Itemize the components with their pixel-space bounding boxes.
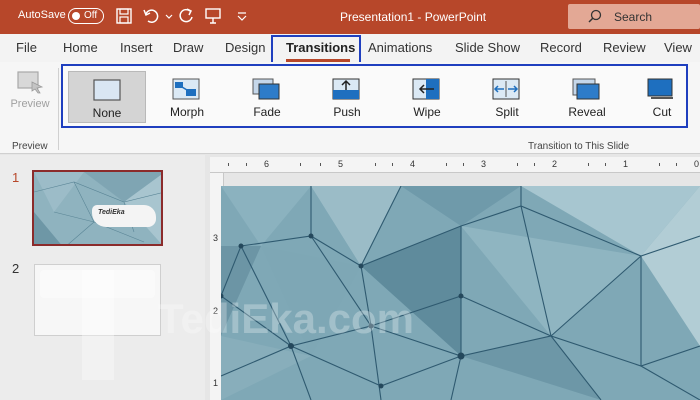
- slide-background-graphic: [221, 186, 700, 400]
- tab-review[interactable]: Review: [603, 40, 646, 55]
- push-transition-icon: [332, 78, 360, 100]
- ruler-tick: [446, 163, 447, 166]
- title-bar: AutoSave Off Presentation1 - PowerPoint …: [0, 0, 700, 34]
- ruler-tick: [375, 163, 376, 166]
- ruler-label: 2: [552, 159, 558, 169]
- transition-none[interactable]: None: [68, 71, 146, 123]
- ruler-label: 0: [694, 159, 700, 169]
- transition-label: Wipe: [413, 105, 441, 119]
- ruler-label: 6: [264, 159, 270, 169]
- tab-insert[interactable]: Insert: [120, 40, 153, 55]
- transition-label: Push: [333, 105, 361, 119]
- ruler-label: 3: [213, 233, 219, 243]
- morph-transition-icon: [172, 78, 200, 100]
- tab-design[interactable]: Design: [225, 40, 265, 55]
- tab-home[interactable]: Home: [63, 40, 98, 55]
- slide-canvas[interactable]: [221, 186, 700, 400]
- transition-label: Fade: [253, 105, 281, 119]
- tab-view[interactable]: View: [664, 40, 692, 55]
- transition-gallery: None Morph Fade Push Wipe Split Reveal C…: [61, 64, 688, 128]
- tab-record[interactable]: Record: [540, 40, 582, 55]
- autosave-state: Off: [84, 10, 98, 21]
- transitions-group-label: Transition to This Slide: [528, 141, 630, 152]
- transition-label: Morph: [169, 105, 204, 119]
- customize-qat-icon[interactable]: [233, 7, 247, 27]
- preview-label: Preview: [10, 98, 50, 110]
- transition-morph[interactable]: Morph: [148, 71, 226, 123]
- group-separator: [58, 68, 59, 150]
- slide-thumbnail-2[interactable]: [34, 264, 161, 336]
- ruler-tick: [676, 163, 677, 166]
- preview-group-label: Preview: [12, 141, 48, 152]
- slide-thumbnail-1[interactable]: TediEka: [32, 170, 163, 246]
- ruler-label: 1: [213, 378, 219, 388]
- redo-icon[interactable]: [177, 7, 197, 27]
- split-transition-icon: [492, 78, 520, 100]
- tab-file[interactable]: File: [16, 40, 37, 55]
- preview-icon: [17, 71, 44, 94]
- reveal-transition-icon: [572, 78, 600, 100]
- transition-reveal[interactable]: Reveal: [548, 71, 626, 123]
- transition-wipe[interactable]: Wipe: [388, 71, 466, 123]
- ruler-label: 4: [410, 159, 416, 169]
- ruler-label: 5: [338, 159, 344, 169]
- ruler-tick: [534, 163, 535, 166]
- undo-dropdown-icon[interactable]: [160, 7, 173, 27]
- transition-label: Cut: [652, 105, 672, 119]
- transition-push[interactable]: Push: [308, 71, 386, 123]
- autosave-toggle[interactable]: Off: [68, 8, 104, 24]
- ruler-tick: [517, 163, 518, 166]
- present-from-beginning-icon[interactable]: [204, 7, 224, 27]
- wipe-transition-icon: [412, 78, 440, 100]
- ruler-label: 2: [213, 306, 219, 316]
- preview-button[interactable]: Preview: [8, 70, 52, 118]
- ruler-tick: [246, 163, 247, 166]
- transition-label: None: [92, 106, 122, 120]
- ruler-tick: [659, 163, 660, 166]
- save-icon[interactable]: [115, 7, 135, 27]
- transition-split[interactable]: Split: [468, 71, 546, 123]
- undo-icon[interactable]: [142, 7, 162, 27]
- ruler-tick: [588, 163, 589, 166]
- ruler-tick: [392, 163, 393, 166]
- document-title: Presentation1 - PowerPoint: [340, 10, 487, 24]
- transition-label: Split: [495, 105, 519, 119]
- ruler-tick: [463, 163, 464, 166]
- autosave-label: AutoSave: [18, 9, 66, 21]
- ruler-tick: [320, 163, 321, 166]
- search-placeholder: Search: [614, 10, 653, 24]
- none-transition-icon: [93, 79, 121, 101]
- slide-number: 1: [12, 170, 20, 185]
- transition-cut[interactable]: Cut: [628, 71, 696, 123]
- cut-transition-icon: [647, 78, 673, 99]
- slide-number: 2: [12, 261, 20, 276]
- toggle-knob: [72, 12, 80, 20]
- search-icon: [588, 9, 602, 23]
- tab-slide-show[interactable]: Slide Show: [455, 40, 520, 55]
- ruler-label: 3: [481, 159, 487, 169]
- horizontal-ruler: 6 5 4 3 2 1 0: [210, 157, 700, 173]
- ruler-tick: [300, 163, 301, 166]
- tab-draw[interactable]: Draw: [173, 40, 203, 55]
- ruler-tick: [228, 163, 229, 166]
- search-box[interactable]: Search: [568, 4, 700, 29]
- ruler-tick: [605, 163, 606, 166]
- transition-label: Reveal: [568, 105, 606, 119]
- ruler-label: 1: [623, 159, 629, 169]
- tab-animations[interactable]: Animations: [368, 40, 432, 55]
- fade-transition-icon: [252, 78, 280, 100]
- transition-fade[interactable]: Fade: [228, 71, 306, 123]
- slide-thumbnail-text: TediEka: [98, 209, 125, 216]
